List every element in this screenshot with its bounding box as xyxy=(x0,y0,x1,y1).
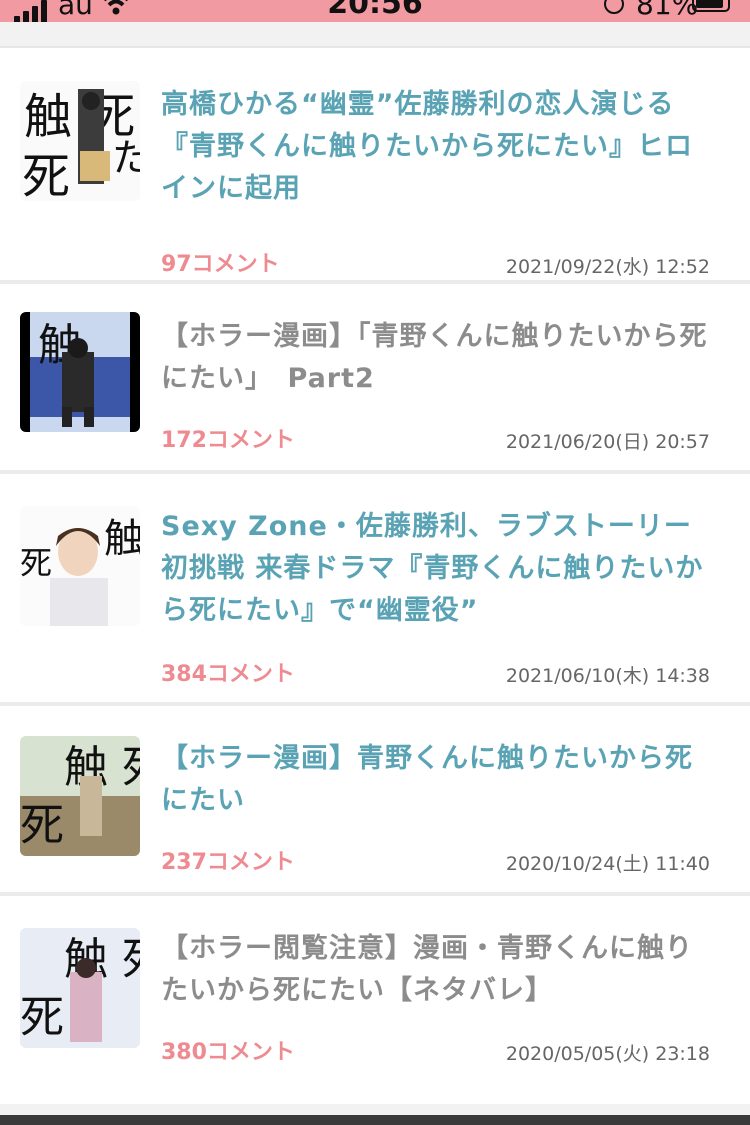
article-thumbnail[interactable]: 触 xyxy=(20,312,140,432)
comment-count[interactable]: 380コメント xyxy=(161,1034,295,1066)
list-item[interactable]: 触 死 死 【ホラー漫画】青野くんに触りたいから死にたい 237コメント 202… xyxy=(0,702,750,892)
post-date: 2021/06/20(日) 20:57 xyxy=(505,431,710,453)
post-date: 2021/06/10(木) 14:38 xyxy=(505,665,710,687)
bottom-bar xyxy=(0,1115,750,1125)
battery-icon xyxy=(692,0,730,12)
article-thumbnail[interactable]: 触 死 xyxy=(20,506,140,626)
battery-percent: 81% xyxy=(636,0,699,21)
post-date: 2020/05/05(火) 23:18 xyxy=(505,1043,710,1065)
status-bar: au 20:56 81% xyxy=(0,0,750,22)
post-date: 2020/10/24(土) 11:40 xyxy=(505,853,710,875)
article-list: 触 死 に 死 た 高橋ひかる“幽霊”佐藤勝利の恋人演じる『青野くんに触りたいか… xyxy=(0,22,750,1104)
list-item[interactable]: 触 死 死 【ホラー閲覧注意】漫画・青野くんに触りたいから死にたい【ネタバレ】 … xyxy=(0,892,750,1104)
svg-text:死: 死 xyxy=(20,800,64,851)
article-title-link[interactable]: 【ホラー漫画】青野くんに触りたいから死にたい xyxy=(161,738,711,822)
article-title-link[interactable]: Sexy Zone・佐藤勝利、ラブストーリー初挑戦 来春ドラマ『青野くんに触りた… xyxy=(161,506,711,632)
article-thumbnail[interactable]: 触 死 死 xyxy=(20,928,140,1048)
comment-count[interactable]: 172コメント xyxy=(161,422,295,454)
comment-count[interactable]: 384コメント xyxy=(161,656,295,688)
article-title-link[interactable]: 【ホラー漫画】「青野くんに触りたいから死にたい」 Part2 xyxy=(161,316,711,400)
list-item[interactable]: 触 死 Sexy Zone・佐藤勝利、ラブストーリー初挑戦 来春ドラマ『青野くん… xyxy=(0,470,750,702)
svg-text:た: た xyxy=(112,136,140,180)
list-item[interactable]: 触 【ホラー漫画】「青野くんに触りたいから死にたい」 Part2 172コメント… xyxy=(0,280,750,470)
article-title-link[interactable]: 【ホラー閲覧注意】漫画・青野くんに触りたいから死にたい【ネタバレ】 xyxy=(161,928,711,1012)
svg-text:死: 死 xyxy=(20,992,64,1043)
comment-count[interactable]: 97コメント xyxy=(161,246,280,278)
svg-text:死: 死 xyxy=(20,544,52,582)
article-thumbnail[interactable]: 触 死 死 xyxy=(20,736,140,856)
article-thumbnail[interactable]: 触 死 に 死 た xyxy=(20,81,140,201)
svg-text:死: 死 xyxy=(22,149,70,201)
comment-count[interactable]: 237コメント xyxy=(161,844,295,876)
list-item[interactable]: 触 死 に 死 た 高橋ひかる“幽霊”佐藤勝利の恋人演じる『青野くんに触りたいか… xyxy=(0,46,750,280)
article-title-link[interactable]: 高橋ひかる“幽霊”佐藤勝利の恋人演じる『青野くんに触りたいから死にたい』ヒロイン… xyxy=(161,84,711,210)
svg-text:触: 触 xyxy=(104,516,140,562)
post-date: 2021/09/22(水) 12:52 xyxy=(505,256,710,278)
